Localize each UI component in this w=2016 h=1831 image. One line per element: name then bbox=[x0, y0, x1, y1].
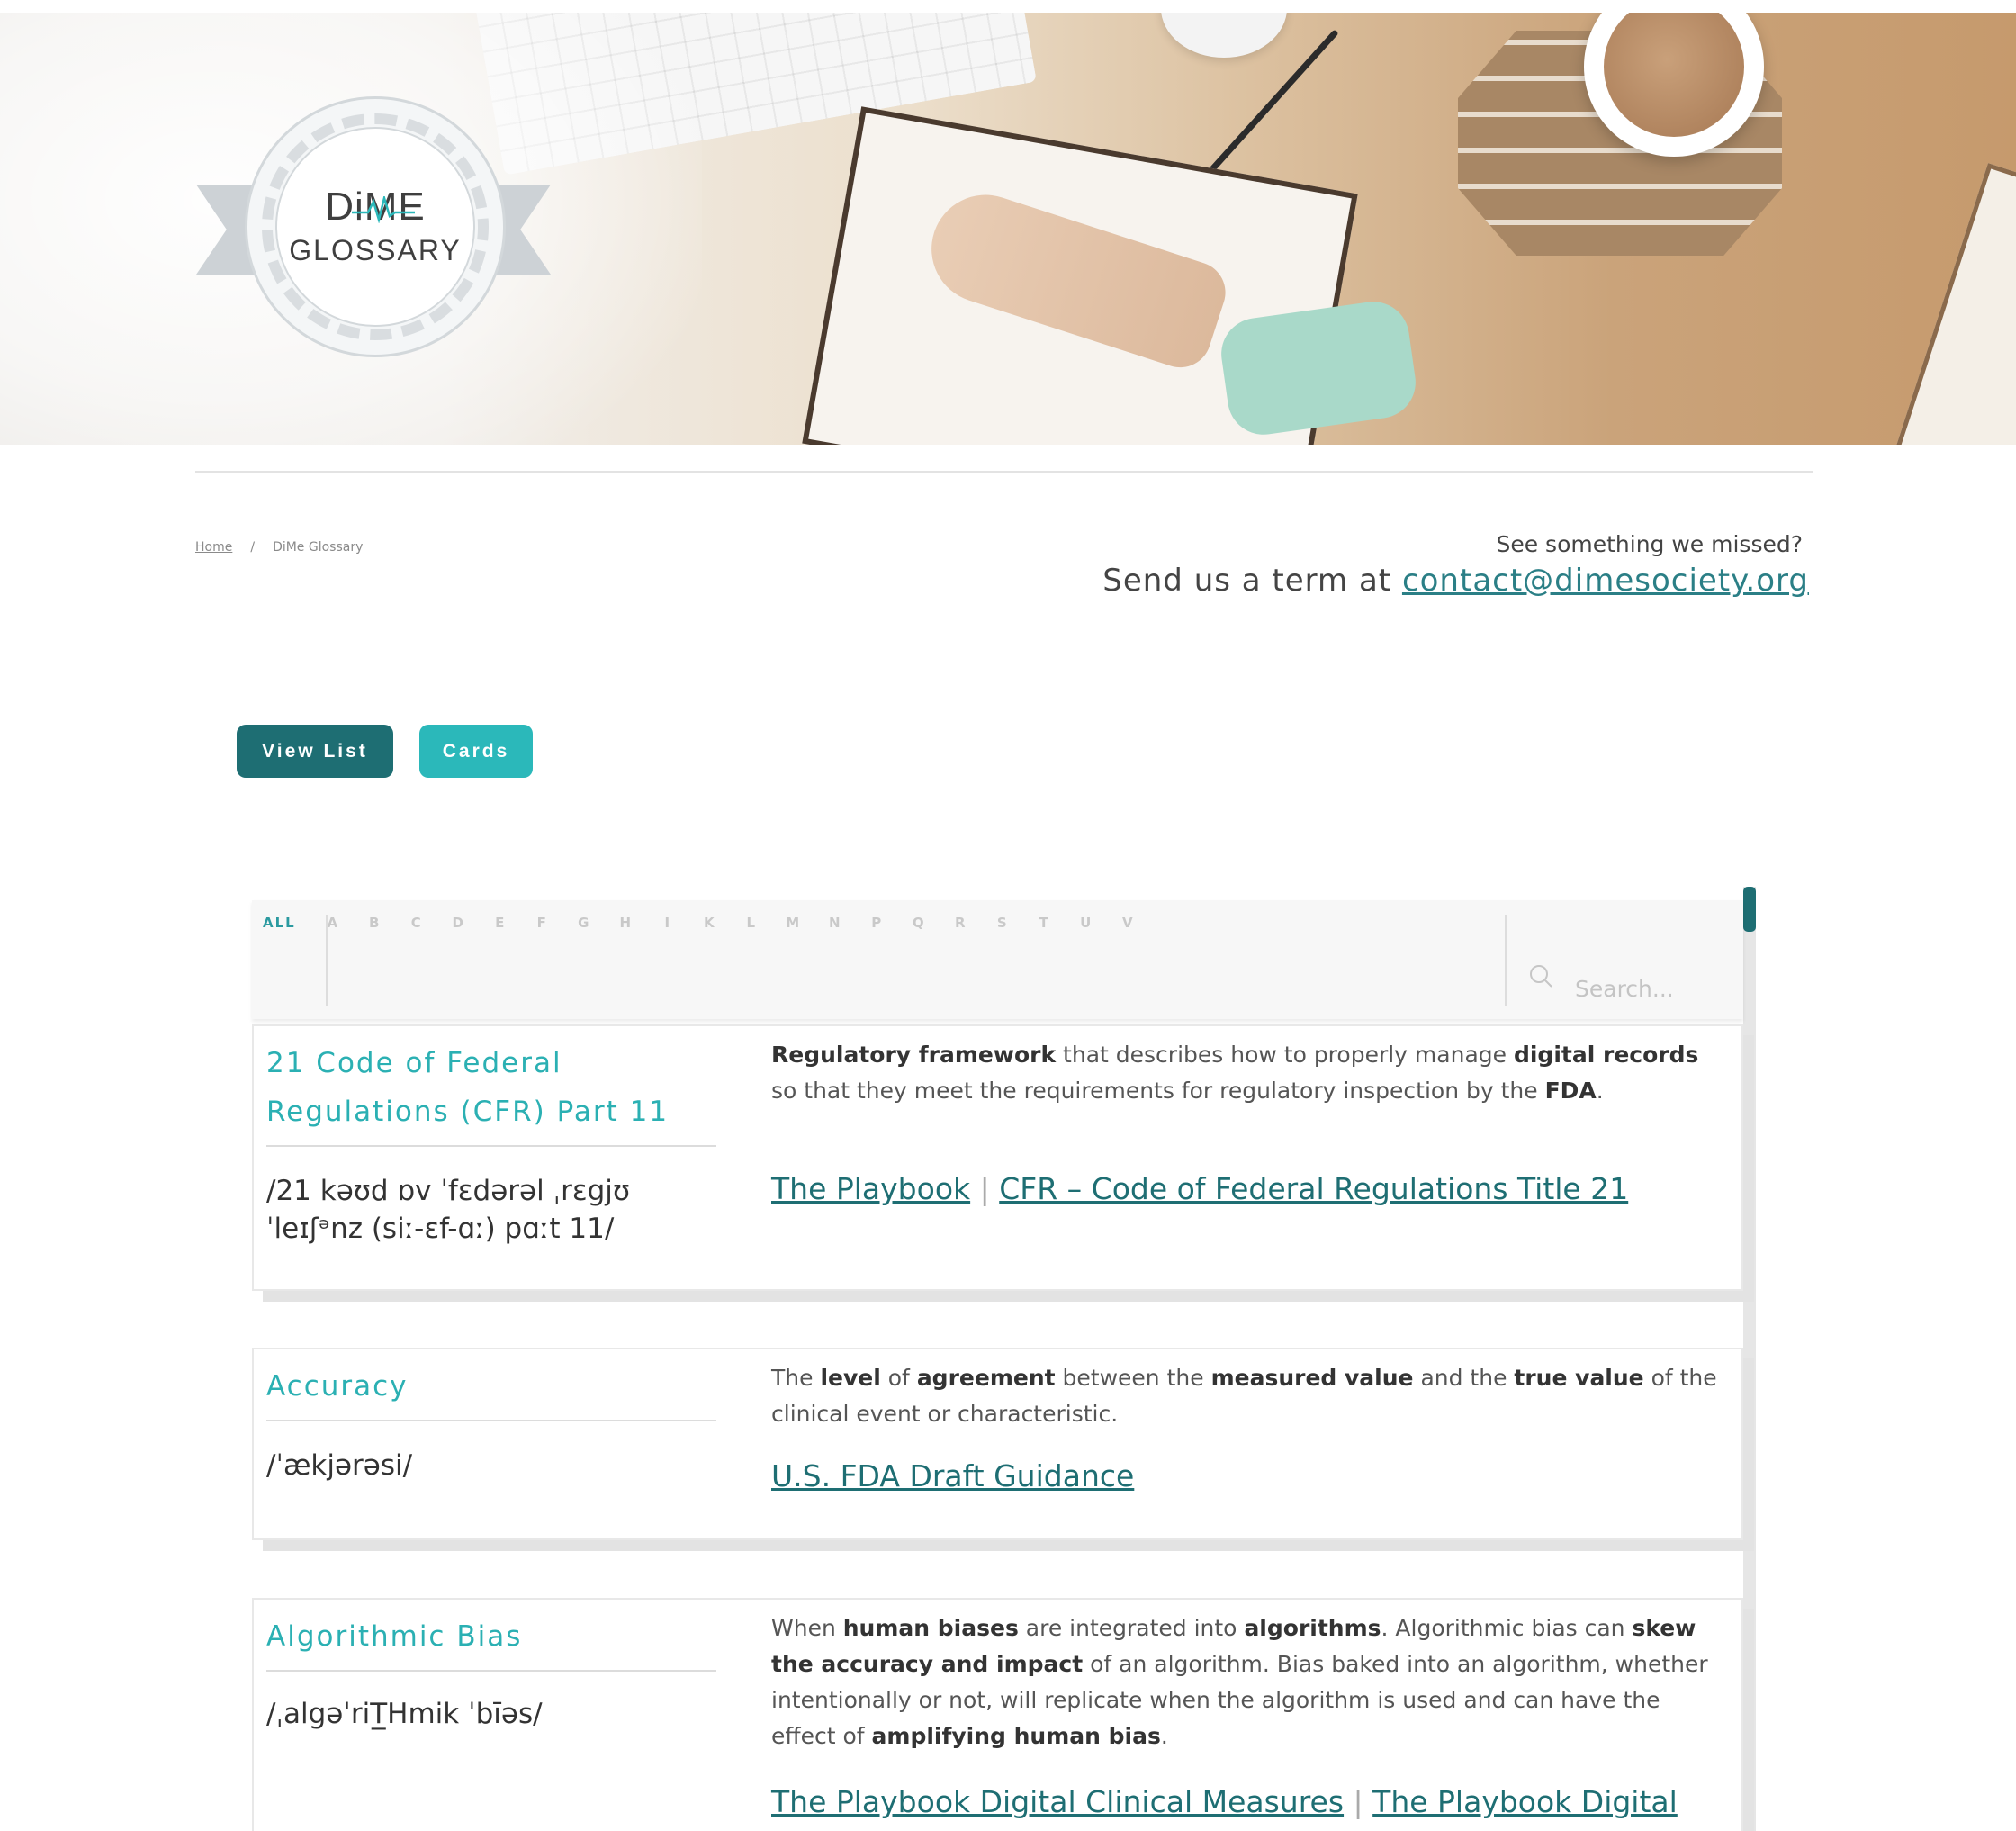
term-title: Accuracy bbox=[266, 1362, 716, 1421]
reference-link[interactable]: The Playbook bbox=[771, 1171, 970, 1206]
filter-divider bbox=[326, 915, 328, 1006]
scrollbar-track[interactable] bbox=[1743, 887, 1756, 1831]
term-definition: When human biases are integrated into al… bbox=[771, 1610, 1725, 1754]
letter-filter: ALL A B C D E F G H I K L M N P Q R S T … bbox=[263, 915, 1148, 931]
term-pronunciation: /ˌalgəˈriT̲Hmik ˈbīəs/ bbox=[266, 1698, 543, 1730]
breadcrumb-current: DiMe Glossary bbox=[273, 540, 364, 555]
filter-letter[interactable]: D bbox=[437, 915, 480, 931]
breadcrumb-home-link[interactable]: Home bbox=[195, 540, 232, 555]
definition-text: so that they meet the requirements for r… bbox=[771, 1078, 1545, 1104]
glossary-filter-bar: ALL A B C D E F G H I K L M N P Q R S T … bbox=[252, 900, 1743, 1019]
term-title: Algorithmic Bias bbox=[266, 1612, 716, 1672]
definition-text: of bbox=[880, 1365, 917, 1391]
filter-letter[interactable]: G bbox=[562, 915, 605, 931]
definition-bold: human biases bbox=[842, 1615, 1019, 1641]
book-image bbox=[1887, 163, 2016, 445]
send-term-prefix: Send us a term at bbox=[1102, 563, 1392, 599]
filter-letter[interactable]: Q bbox=[897, 915, 940, 931]
definition-bold: amplifying human bias bbox=[871, 1723, 1161, 1749]
logo-badge: DiME GLOSSARY bbox=[275, 127, 475, 327]
term-title: 21 Code of Federal Regulations (CFR) Par… bbox=[266, 1039, 716, 1147]
definition-bold: digital records bbox=[1513, 1042, 1699, 1068]
reference-link[interactable]: The Playbook Digital Clinical Measures bbox=[771, 1784, 1344, 1819]
definition-text: between the bbox=[1055, 1365, 1211, 1391]
filter-divider bbox=[1505, 915, 1507, 1006]
definition-text: . Algorithmic bias can bbox=[1381, 1615, 1633, 1641]
glossary-card: 21 Code of Federal Regulations (CFR) Par… bbox=[252, 1024, 1743, 1291]
cards-button[interactable]: Cards bbox=[419, 725, 533, 778]
breadcrumb-separator: / bbox=[250, 540, 256, 555]
send-term-line: Send us a term at contact@dimesociety.or… bbox=[1102, 563, 1809, 599]
view-list-button[interactable]: View List bbox=[237, 725, 393, 778]
definition-text: and the bbox=[1413, 1365, 1515, 1391]
definition-text: . bbox=[1596, 1078, 1604, 1104]
search-icon bbox=[1530, 965, 1552, 988]
definition-text: . bbox=[1160, 1723, 1168, 1749]
term-pronunciation: /ˈækjərəsi/ bbox=[266, 1449, 413, 1482]
definition-text: that describes how to properly manage bbox=[1056, 1042, 1514, 1068]
contact-email-link[interactable]: contact@dimesociety.org bbox=[1402, 563, 1809, 599]
definition-bold: FDA bbox=[1544, 1078, 1597, 1104]
definition-bold: algorithms bbox=[1244, 1615, 1382, 1641]
reference-link[interactable]: U.S. FDA Draft Guidance bbox=[771, 1458, 1134, 1493]
filter-letter[interactable]: L bbox=[730, 915, 772, 931]
term-references: U.S. FDA Draft Guidance bbox=[771, 1456, 1734, 1497]
definition-text: The bbox=[771, 1365, 821, 1391]
filter-letter[interactable]: M bbox=[772, 915, 814, 931]
term-definition: Regulatory framework that describes how … bbox=[771, 1037, 1725, 1109]
header-divider bbox=[195, 471, 1813, 473]
glossary-card: Algorithmic Bias /ˌalgəˈriT̲Hmik ˈbīəs/ … bbox=[252, 1598, 1743, 1831]
pulse-icon bbox=[352, 195, 416, 223]
filter-letter[interactable]: C bbox=[395, 915, 437, 931]
filter-letter[interactable]: V bbox=[1107, 915, 1149, 931]
glossary-card: Accuracy /ˈækjərəsi/ The level of agreem… bbox=[252, 1348, 1743, 1540]
term-references: The Playbook | CFR – Code of Federal Reg… bbox=[771, 1171, 1629, 1206]
filter-letter[interactable]: F bbox=[521, 915, 563, 931]
definition-bold: level bbox=[820, 1365, 881, 1391]
breadcrumb: Home / DiMe Glossary bbox=[195, 540, 363, 555]
term-definition: The level of agreement between the measu… bbox=[771, 1360, 1725, 1432]
filter-letter[interactable]: T bbox=[1023, 915, 1066, 931]
reference-link[interactable]: CFR – Code of Federal Regulations Title … bbox=[999, 1171, 1628, 1206]
missed-term-question: See something we missed? bbox=[1496, 531, 1803, 557]
filter-all[interactable]: ALL bbox=[263, 915, 311, 931]
sleeve-image bbox=[1216, 297, 1421, 439]
search-input[interactable] bbox=[1575, 970, 1728, 1006]
term-references: The Playbook Digital Clinical Measures |… bbox=[771, 1784, 1678, 1819]
filter-letter[interactable]: P bbox=[856, 915, 898, 931]
definition-text: are integrated into bbox=[1018, 1615, 1245, 1641]
filter-letter[interactable]: H bbox=[605, 915, 647, 931]
filter-letter[interactable]: E bbox=[479, 915, 521, 931]
definition-bold: Regulatory framework bbox=[771, 1042, 1057, 1068]
scrollbar-thumb[interactable] bbox=[1743, 887, 1756, 932]
filter-letter[interactable]: K bbox=[688, 915, 731, 931]
definition-bold: true value bbox=[1514, 1365, 1644, 1391]
filter-letter[interactable]: U bbox=[1065, 915, 1107, 931]
mouse-image bbox=[1161, 13, 1287, 58]
logo-subtitle: GLOSSARY bbox=[289, 233, 462, 266]
filter-letter[interactable]: R bbox=[940, 915, 982, 931]
definition-text: When bbox=[771, 1615, 843, 1641]
definition-bold: agreement bbox=[916, 1365, 1056, 1391]
reference-link[interactable]: The Playbook Digital bbox=[1372, 1784, 1678, 1819]
logo-title: DiME bbox=[325, 186, 426, 227]
filter-letter[interactable]: S bbox=[981, 915, 1023, 931]
term-pronunciation: /21 kəʊd ɒv ˈfɛdərəl ˌrɛgjʊˈleɪʃᵊnz (siː… bbox=[266, 1175, 631, 1245]
filter-letter[interactable]: A bbox=[311, 915, 354, 931]
filter-letter[interactable]: I bbox=[646, 915, 688, 931]
filter-letter[interactable]: N bbox=[814, 915, 856, 931]
filter-letter[interactable]: B bbox=[354, 915, 396, 931]
definition-bold: measured value bbox=[1210, 1365, 1414, 1391]
